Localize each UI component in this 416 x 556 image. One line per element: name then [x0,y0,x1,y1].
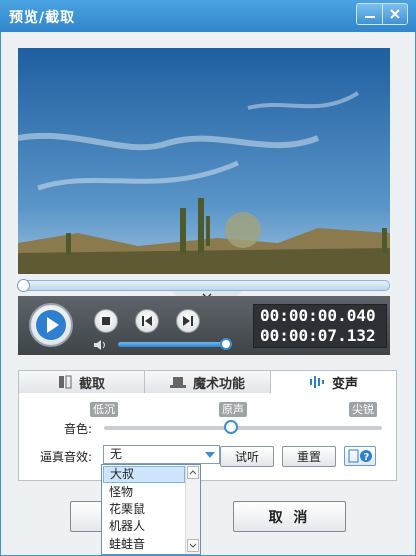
listen-button[interactable]: 试听 [220,446,274,467]
close-icon [390,9,400,19]
tab-voice-change-label: 变声 [331,376,358,392]
tab-magic-label: 魔术功能 [192,376,245,392]
minimize-icon [364,16,375,18]
dropdown-arrow-icon [205,452,215,458]
effect-option[interactable]: 蛙蛙音 [103,536,185,553]
play-button[interactable] [29,303,73,347]
cancel-button[interactable]: 取 消 [233,501,346,532]
tone-high-label: 尖锐 [349,402,377,417]
help-icon: ? [348,449,372,463]
seek-knob[interactable] [17,279,30,292]
play-icon [36,310,66,340]
time-display: 00:00:00.040 00:00:07.132 [253,304,387,348]
step-forward-icon [183,316,193,326]
effect-select[interactable]: 无 [103,445,220,464]
function-tabs: 截取 魔术功能 变声 [18,370,397,394]
tab-magic[interactable]: 魔术功能 [145,371,271,393]
next-frame-button[interactable] [176,309,200,333]
film-cut-icon [58,375,72,389]
tab-cut-label: 截取 [78,376,105,392]
voice-change-panel: 低沉 原声 尖锐 音色: 逼真音效: 无 试听 重置 ? [18,393,397,481]
tone-label: 音色: [64,422,93,436]
svg-text:?: ? [364,452,370,463]
effect-option[interactable]: 机器人 [103,518,185,535]
previous-frame-button[interactable] [135,309,159,333]
current-time: 00:00:00.040 [260,306,376,325]
scroll-up-icon [189,470,197,475]
reset-button[interactable]: 重置 [282,446,336,467]
step-back-icon [142,316,152,326]
scroll-up-button[interactable] [187,466,199,479]
tone-mid-label: 原声 [219,402,247,417]
scroll-down-button[interactable] [187,539,199,552]
dropdown-scrollbar[interactable] [185,465,200,554]
sound-wave-icon [309,376,324,388]
close-button[interactable] [382,4,407,24]
video-preview[interactable] [18,48,390,274]
magic-hat-icon [169,377,186,388]
player-controls: 00:00:00.040 00:00:07.132 [18,296,390,355]
tone-knob[interactable] [224,420,238,434]
effect-option[interactable]: 大叔 [103,466,185,483]
video-frame-image [18,48,390,274]
volume-knob[interactable] [220,338,232,350]
tone-slider[interactable] [104,426,382,430]
minimize-button[interactable] [357,4,382,24]
title-bar: 预览/截取 [0,0,416,32]
stop-button[interactable] [94,309,118,333]
window-title: 预览/截取 [9,10,76,26]
effect-option[interactable]: 花栗鼠 [103,501,185,518]
tab-voice-change[interactable]: 变声 [271,371,396,393]
total-time: 00:00:07.132 [260,326,376,345]
tone-low-label: 低沉 [90,402,118,417]
stop-icon [102,317,110,325]
volume-icon[interactable] [93,339,109,351]
effect-options-list: 大叔 怪物 花栗鼠 机器人 蛙蛙音 [101,464,201,555]
help-button[interactable]: ? [344,446,376,466]
volume-slider[interactable] [118,342,226,347]
effect-selected-value: 无 [110,447,123,461]
window-controls [356,3,408,25]
seek-bar[interactable] [17,279,390,292]
effect-option[interactable]: 怪物 [103,484,185,501]
scroll-down-icon [189,543,197,548]
effect-label: 逼真音效: [40,450,93,464]
tab-cut[interactable]: 截取 [19,371,145,393]
